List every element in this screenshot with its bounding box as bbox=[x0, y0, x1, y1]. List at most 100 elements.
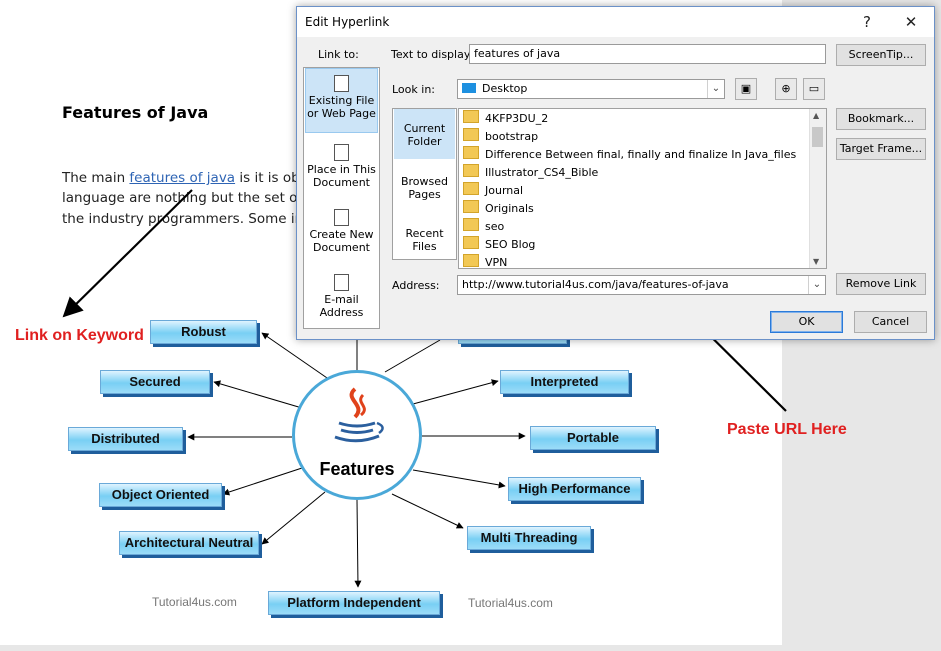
look-in-dropdown[interactable]: Desktop ⌄ bbox=[457, 79, 725, 99]
feature-box-platform-independent: Platform Independent bbox=[268, 591, 440, 615]
look-in-nav-panel: Current Folder Browsed Pages Recent File… bbox=[392, 108, 457, 260]
file-name: Illustrator_CS4_Bible bbox=[485, 166, 599, 179]
cancel-button[interactable]: Cancel bbox=[854, 311, 927, 333]
text-to-display-label: Text to display: bbox=[391, 48, 474, 61]
folder-icon bbox=[463, 200, 479, 213]
annotation-arrow-left bbox=[62, 189, 193, 318]
ok-button[interactable]: OK bbox=[770, 311, 843, 333]
edit-hyperlink-dialog: Edit Hyperlink ? ✕ Link to: Text to disp… bbox=[296, 6, 935, 340]
list-item[interactable]: 4KFP3DU_2 bbox=[463, 110, 548, 128]
open-folder-icon: ▭ bbox=[808, 82, 820, 95]
list-item[interactable]: seo bbox=[463, 218, 504, 236]
browse-web-button[interactable]: ▣ bbox=[735, 78, 757, 100]
address-label: Address: bbox=[392, 279, 440, 292]
file-list-scrollbar[interactable]: ▲ ▼ bbox=[809, 109, 826, 268]
file-name: bootstrap bbox=[485, 130, 539, 143]
desktop-icon bbox=[462, 83, 476, 93]
link-to-item-label: Place in This Document bbox=[307, 163, 376, 189]
file-name: Difference Between final, finally and fi… bbox=[485, 148, 797, 161]
link-to-create-new-document[interactable]: Create New Document bbox=[305, 203, 378, 263]
link-to-existing-file[interactable]: Existing File or Web Page bbox=[305, 68, 378, 133]
annotation-paste-url: Paste URL Here bbox=[727, 421, 847, 438]
text-to-display-input[interactable]: features of java bbox=[469, 44, 826, 64]
browse-web-search-button[interactable]: ⊕ bbox=[775, 78, 797, 100]
folder-icon bbox=[463, 218, 479, 231]
link-to-panel: Existing File or Web Page Place in This … bbox=[303, 67, 380, 329]
feature-box-robust: Robust bbox=[150, 320, 257, 344]
feature-box-interpreted: Interpreted bbox=[500, 370, 629, 394]
chevron-up-icon[interactable]: ▲ bbox=[813, 111, 819, 120]
new-document-icon bbox=[334, 209, 349, 226]
scrollbar-thumb[interactable] bbox=[812, 127, 823, 147]
feature-box-secured: Secured bbox=[100, 370, 210, 394]
link-to-item-label: E-mail Address bbox=[319, 293, 364, 319]
list-item[interactable]: VPN bbox=[463, 254, 508, 269]
link-to-email-address[interactable]: E-mail Address bbox=[305, 268, 378, 328]
list-item[interactable]: SEO Blog bbox=[463, 236, 535, 254]
link-to-place-in-document[interactable]: Place in This Document bbox=[305, 138, 378, 198]
close-icon[interactable]: ✕ bbox=[897, 11, 925, 33]
link-to-item-label: Create New Document bbox=[309, 228, 374, 254]
dialog-titlebar: Edit Hyperlink ? ✕ bbox=[297, 7, 934, 37]
folder-icon bbox=[463, 110, 479, 123]
look-in-value: Desktop bbox=[482, 82, 528, 95]
browse-file-button[interactable]: ▭ bbox=[803, 78, 825, 100]
chevron-down-icon[interactable]: ⌄ bbox=[808, 276, 825, 294]
look-in-label: Look in: bbox=[392, 83, 435, 96]
file-name: SEO Blog bbox=[485, 238, 536, 251]
list-item[interactable]: Journal bbox=[463, 182, 523, 200]
list-item[interactable]: Originals bbox=[463, 200, 534, 218]
nav-current-folder[interactable]: Current Folder bbox=[394, 109, 455, 159]
address-input[interactable]: http://www.tutorial4us.com/java/features… bbox=[457, 275, 826, 295]
connector-secured bbox=[213, 380, 303, 409]
help-icon[interactable]: ? bbox=[853, 11, 881, 33]
folder-icon bbox=[463, 164, 479, 177]
folder-up-icon: ▣ bbox=[740, 82, 752, 95]
watermark-left: Tutorial4us.com bbox=[152, 595, 237, 609]
folder-icon bbox=[463, 128, 479, 141]
folder-icon bbox=[463, 146, 479, 159]
address-value: http://www.tutorial4us.com/java/features… bbox=[462, 278, 729, 291]
connector-object-oriented bbox=[222, 467, 303, 496]
feature-box-distributed: Distributed bbox=[68, 427, 183, 451]
connector-architectural-neutral bbox=[261, 491, 326, 545]
feature-box-portable: Portable bbox=[530, 426, 656, 450]
feature-box-multi-threading: Multi Threading bbox=[467, 526, 591, 550]
nav-recent-files[interactable]: Recent Files bbox=[394, 213, 455, 259]
target-frame-button[interactable]: Target Frame... bbox=[836, 138, 926, 160]
nav-browsed-pages[interactable]: Browsed Pages bbox=[394, 163, 455, 209]
file-list[interactable]: 4KFP3DU_2 bootstrap Difference Between f… bbox=[458, 108, 827, 269]
email-icon bbox=[334, 274, 349, 291]
connector-platform-independent bbox=[354, 499, 362, 588]
watermark-right: Tutorial4us.com bbox=[468, 596, 553, 610]
folder-icon bbox=[463, 254, 479, 267]
file-name: VPN bbox=[485, 256, 508, 269]
feature-box-object-oriented: Object Oriented bbox=[99, 483, 222, 507]
globe-document-icon bbox=[334, 75, 349, 92]
folder-icon bbox=[463, 236, 479, 249]
features-center-circle bbox=[292, 370, 422, 500]
file-name: Originals bbox=[485, 202, 534, 215]
document-place-icon bbox=[334, 144, 349, 161]
search-globe-icon: ⊕ bbox=[781, 82, 791, 95]
folder-icon bbox=[463, 182, 479, 195]
dialog-title: Edit Hyperlink bbox=[305, 15, 390, 29]
connector-interpreted bbox=[412, 379, 499, 405]
list-item[interactable]: Difference Between final, finally and fi… bbox=[463, 146, 796, 164]
features-center-label: Features bbox=[319, 459, 395, 479]
feature-box-architectural-neutral: Architectural Neutral bbox=[119, 531, 259, 555]
java-logo-icon bbox=[334, 387, 384, 443]
link-to-item-label: Existing File or Web Page bbox=[307, 94, 376, 120]
list-item[interactable]: Illustrator_CS4_Bible bbox=[463, 164, 598, 182]
connector-high-performance bbox=[412, 469, 506, 489]
annotation-link-on-keyword: Link on Keyword bbox=[15, 327, 144, 344]
chevron-down-icon[interactable]: ▼ bbox=[813, 257, 819, 266]
chevron-down-icon[interactable]: ⌄ bbox=[707, 80, 724, 98]
screentip-button[interactable]: ScreenTip... bbox=[836, 44, 926, 66]
file-name: 4KFP3DU_2 bbox=[485, 112, 549, 125]
connector-top-right bbox=[384, 339, 441, 373]
link-to-label: Link to: bbox=[318, 48, 359, 61]
bookmark-button[interactable]: Bookmark... bbox=[836, 108, 926, 130]
remove-link-button[interactable]: Remove Link bbox=[836, 273, 926, 295]
list-item[interactable]: bootstrap bbox=[463, 128, 538, 146]
